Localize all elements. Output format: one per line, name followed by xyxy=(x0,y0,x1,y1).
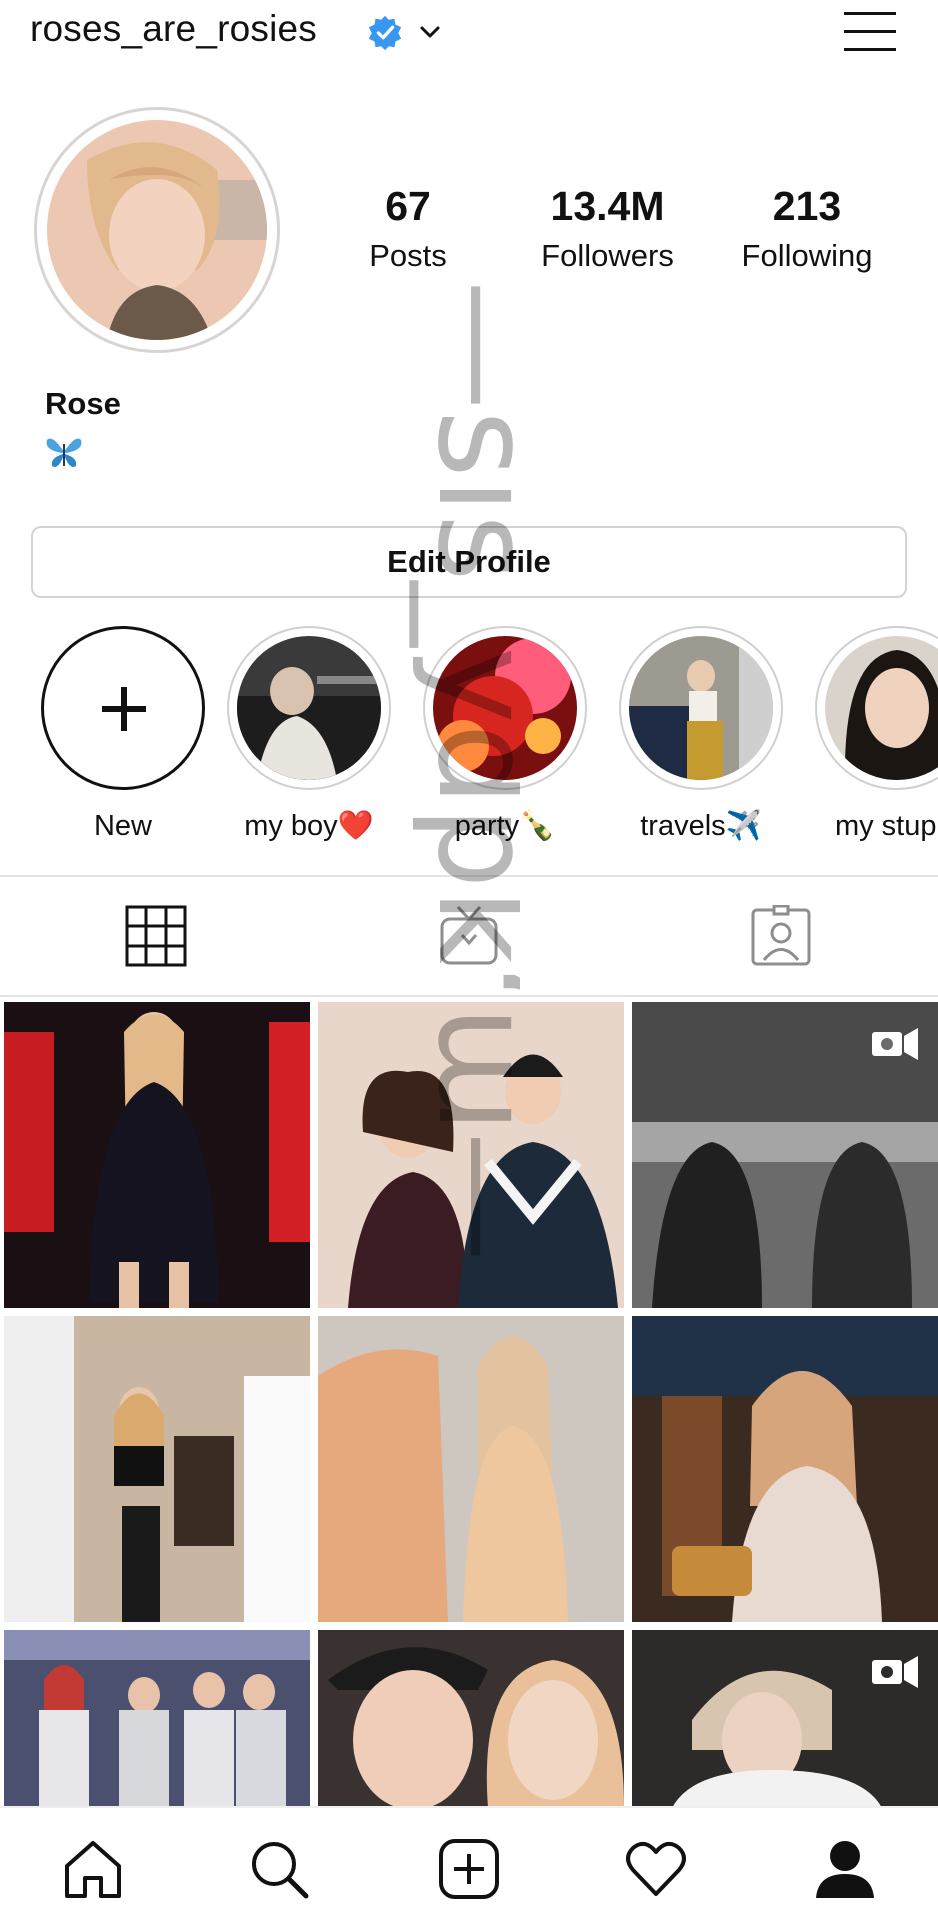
divider xyxy=(0,995,938,997)
post-thumbnail[interactable] xyxy=(318,1630,624,1808)
post-thumbnail[interactable] xyxy=(4,1630,310,1808)
highlight-label: my boy❤️ xyxy=(244,810,374,842)
new-post-icon[interactable] xyxy=(438,1838,500,1900)
posts-count: 67 xyxy=(385,183,431,229)
edit-profile-button[interactable]: Edit Profile xyxy=(31,526,907,598)
following-label: Following xyxy=(741,238,873,273)
highlight-ring xyxy=(423,626,587,790)
posts-stat[interactable]: 67 Posts xyxy=(348,182,468,276)
highlight-my-stupid[interactable]: my stupid xyxy=(802,626,938,844)
highlight-cover xyxy=(237,636,381,780)
highlight-ring xyxy=(227,626,391,790)
heart-icon[interactable] xyxy=(625,1838,687,1900)
highlight-cover xyxy=(825,636,938,780)
profile-tabs xyxy=(0,877,938,995)
highlight-travels[interactable]: travels✈️ xyxy=(606,626,796,844)
grid-icon[interactable] xyxy=(125,905,187,967)
highlight-party[interactable]: party🍾 xyxy=(410,626,600,844)
highlight-ring xyxy=(619,626,783,790)
posts-label: Posts xyxy=(369,238,447,273)
highlight-cover xyxy=(433,636,577,780)
post-thumbnail[interactable] xyxy=(318,1002,624,1308)
highlight-label: New xyxy=(93,810,152,842)
following-stat[interactable]: 213 Following xyxy=(722,182,892,276)
post-thumbnail[interactable] xyxy=(4,1316,310,1622)
highlight-new[interactable]: New xyxy=(28,626,218,844)
plus-icon xyxy=(102,687,146,731)
highlight-label: party🍾 xyxy=(454,810,556,842)
video-post-thumbnail[interactable] xyxy=(632,1002,938,1308)
highlight-label: my stupid xyxy=(834,810,938,842)
chevron-down-icon[interactable] xyxy=(418,20,442,44)
profile-icon[interactable] xyxy=(814,1838,876,1900)
bottom-navigation xyxy=(0,1806,938,1920)
hamburger-menu-icon[interactable] xyxy=(842,8,898,56)
video-post-thumbnail[interactable] xyxy=(632,1630,938,1808)
post-thumbnail[interactable] xyxy=(4,1002,310,1308)
top-bar: roses_are_rosies xyxy=(0,0,938,70)
display-name: Rose xyxy=(45,386,121,421)
search-icon[interactable] xyxy=(248,1838,310,1900)
new-highlight-circle xyxy=(41,626,205,790)
highlight-label: travels✈️ xyxy=(640,810,762,842)
butterfly-icon xyxy=(46,438,82,467)
profile-username[interactable]: roses_are_rosies xyxy=(30,8,317,50)
tagged-icon[interactable] xyxy=(750,905,812,967)
post-thumbnail[interactable] xyxy=(318,1316,624,1622)
igtv-icon[interactable] xyxy=(438,905,500,967)
followers-stat[interactable]: 13.4M Followers xyxy=(525,182,690,276)
profile-avatar[interactable] xyxy=(34,107,280,353)
verified-badge-icon xyxy=(368,15,402,51)
followers-label: Followers xyxy=(541,238,674,273)
highlight-my-boy[interactable]: my boy❤️ xyxy=(214,626,404,844)
highlight-ring xyxy=(815,626,938,790)
home-icon[interactable] xyxy=(62,1838,124,1900)
following-count: 213 xyxy=(772,183,842,229)
followers-count: 13.4M xyxy=(550,183,665,229)
highlight-cover xyxy=(629,636,773,780)
story-highlights: New my boy❤️ party🍾 travels✈️ my stup xyxy=(0,624,938,854)
post-thumbnail[interactable] xyxy=(632,1316,938,1622)
avatar-photo xyxy=(47,120,267,340)
